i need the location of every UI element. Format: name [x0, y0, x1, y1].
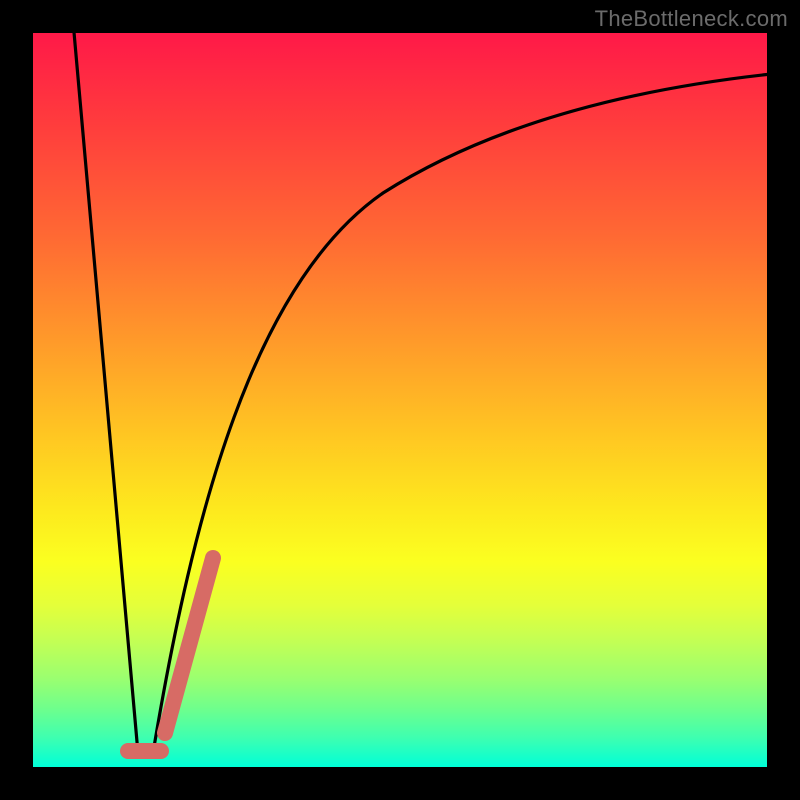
- plot-area: [33, 33, 767, 767]
- watermark-text: TheBottleneck.com: [595, 6, 788, 32]
- bottleneck-curve: [73, 33, 767, 753]
- chart-frame: TheBottleneck.com: [0, 0, 800, 800]
- chart-svg: [33, 33, 767, 767]
